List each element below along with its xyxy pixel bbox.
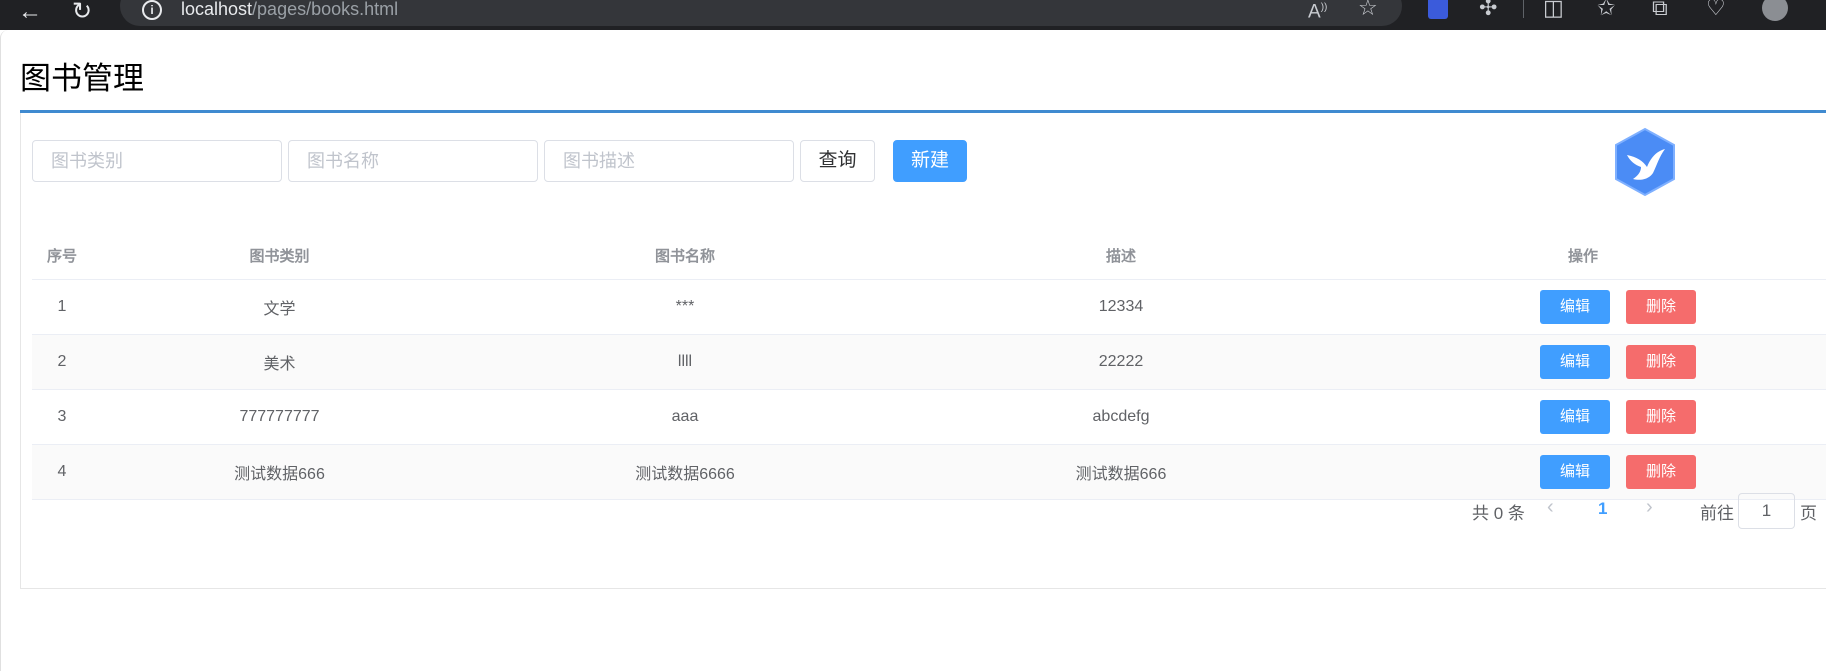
cell-name: llll — [677, 353, 693, 370]
cell-index: 2 — [57, 353, 67, 370]
book-name-input[interactable] — [288, 140, 538, 182]
prev-page-icon[interactable]: ‹ — [1547, 496, 1554, 519]
site-info-icon[interactable]: i — [142, 0, 162, 20]
books-table: 序号 图书类别 图书名称 描述 操作 1 文学 *** 12334 编辑 删除 … — [32, 232, 1826, 500]
table-row: 1 文学 *** 12334 编辑 删除 — [32, 280, 1826, 335]
table-header: 序号 图书类别 图书名称 描述 操作 — [32, 232, 1826, 280]
book-desc-input[interactable] — [544, 140, 794, 182]
edit-button[interactable]: 编辑 — [1540, 455, 1610, 489]
url-host: localhost — [181, 0, 253, 19]
delete-button[interactable]: 删除 — [1626, 345, 1696, 379]
table-row: 2 美术 llll 22222 编辑 删除 — [32, 335, 1826, 390]
pagination-total: 共 0 条 — [1472, 504, 1525, 523]
header-index: 序号 — [46, 248, 77, 265]
table-row: 4 测试数据666 测试数据6666 测试数据666 编辑 删除 — [32, 445, 1826, 500]
query-button[interactable]: 查询 — [800, 140, 875, 182]
browser-essentials-icon[interactable]: ♡ — [1706, 0, 1726, 19]
goto-page-input[interactable]: 1 — [1738, 493, 1795, 529]
edit-button[interactable]: 编辑 — [1540, 400, 1610, 434]
toolbar-divider — [1523, 0, 1524, 18]
book-category-input[interactable] — [32, 140, 282, 182]
url-path: /pages/books.html — [252, 0, 399, 19]
split-screen-icon[interactable]: ◫ — [1543, 0, 1564, 19]
floating-bird-icon[interactable] — [1613, 127, 1677, 197]
header-description: 描述 — [1105, 248, 1136, 265]
cell-category: 测试数据666 — [234, 466, 325, 483]
page-title: 图书管理 — [20, 61, 144, 96]
url-text[interactable]: localhost/pages/books.html — [181, 0, 398, 20]
reload-icon[interactable]: ↻ — [72, 0, 92, 24]
cell-description: 12334 — [1098, 298, 1144, 315]
browser-toolbar: ← ↻ i localhost/pages/books.html A)) ☆ ✣… — [0, 0, 1826, 30]
cell-name: aaa — [671, 408, 699, 425]
delete-button[interactable]: 删除 — [1626, 400, 1696, 434]
extension-bird-icon[interactable] — [1428, 0, 1448, 19]
new-button[interactable]: 新建 — [893, 140, 967, 182]
cell-description: 测试数据666 — [1075, 466, 1167, 483]
table-row: 3 777777777 aaa abcdefg 编辑 删除 — [32, 390, 1826, 445]
collections-icon[interactable]: ⧉ — [1652, 0, 1668, 19]
cell-description: abcdefg — [1092, 408, 1150, 425]
favorite-star-icon[interactable]: ☆ — [1358, 0, 1378, 19]
page-body: 图书管理 查询 新建 序号 图书类别 图书名称 描述 操作 1 文学 *** 1… — [0, 30, 1826, 671]
page-suffix-label: 页 — [1800, 504, 1817, 523]
header-actions: 操作 — [1567, 248, 1598, 265]
cell-name: *** — [675, 298, 695, 315]
edit-button[interactable]: 编辑 — [1540, 290, 1610, 324]
cell-category: 777777777 — [239, 408, 320, 425]
edit-button[interactable]: 编辑 — [1540, 345, 1610, 379]
back-icon[interactable]: ← — [18, 0, 42, 24]
cell-index: 3 — [57, 408, 67, 425]
pagination-page-number[interactable]: 1 — [1598, 499, 1607, 519]
goto-label: 前往 — [1700, 504, 1734, 523]
read-aloud-icon[interactable]: A)) — [1308, 0, 1327, 23]
favorites-icon[interactable]: ✩ — [1597, 0, 1615, 19]
delete-button[interactable]: 删除 — [1626, 290, 1696, 324]
cell-name: 测试数据6666 — [635, 466, 735, 483]
cell-index: 4 — [57, 463, 67, 480]
header-category: 图书类别 — [249, 248, 310, 265]
cell-index: 1 — [57, 298, 67, 315]
cell-description: 22222 — [1098, 353, 1144, 370]
extensions-puzzle-icon[interactable]: ✣ — [1479, 0, 1497, 19]
header-name: 图书名称 — [654, 248, 715, 265]
next-page-icon[interactable]: › — [1646, 496, 1653, 519]
cell-category: 美术 — [263, 356, 296, 373]
cell-category: 文学 — [263, 301, 296, 318]
profile-avatar[interactable] — [1762, 0, 1788, 21]
delete-button[interactable]: 删除 — [1626, 455, 1696, 489]
